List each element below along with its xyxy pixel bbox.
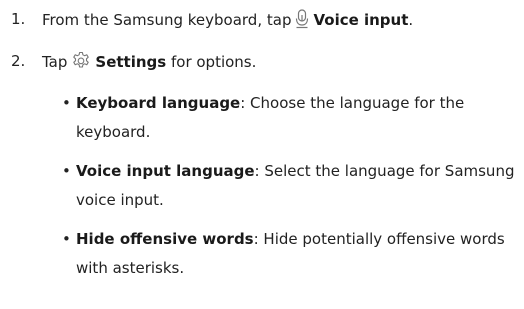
step-suffix: . [408, 11, 414, 29]
step-number: 1. [11, 10, 26, 28]
option-term: Keyboard language [76, 94, 241, 112]
step-bold-label: Voice input [313, 11, 409, 29]
option-list-item: • Hide offensive words: Hide potentially… [62, 225, 516, 283]
bullet-icon: • [62, 94, 71, 112]
step-suffix: for options. [166, 53, 257, 71]
microphone-icon [295, 9, 309, 34]
step-text: Tap Settings for options. [42, 51, 256, 76]
option-term: Voice input language [76, 162, 255, 180]
step-prefix: From the Samsung keyboard, tap [42, 11, 292, 29]
gear-icon [71, 51, 91, 76]
option-list-item: • Keyboard language: Choose the language… [62, 89, 516, 147]
bullet-icon: • [62, 162, 71, 180]
option-list-item: • Voice input language: Select the langu… [62, 157, 516, 215]
step-text: From the Samsung keyboard, tap Voice inpu… [42, 9, 413, 34]
instructions-document: 1. From the Samsung keyboard, tap Voice i… [0, 0, 524, 309]
step-prefix: Tap [42, 53, 68, 71]
step-number: 2. [11, 52, 26, 70]
step-bold-label: Settings [95, 53, 167, 71]
option-term: Hide offensive words [76, 230, 254, 248]
bullet-icon: • [62, 230, 71, 248]
